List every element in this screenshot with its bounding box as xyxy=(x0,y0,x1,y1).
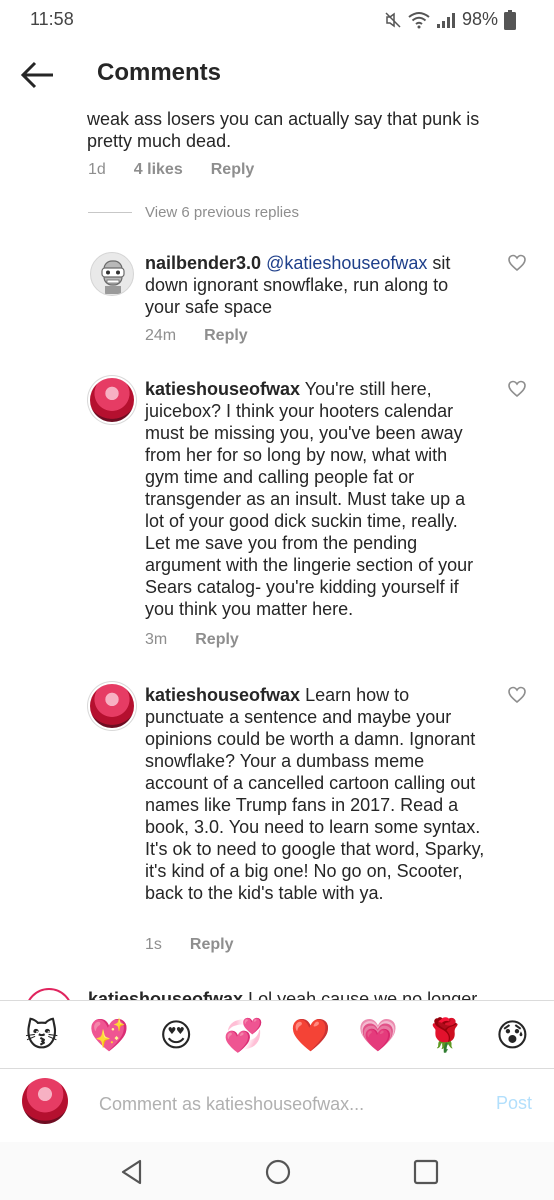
emoji-kissing-cat[interactable]: 😽 xyxy=(20,1013,64,1057)
comment-age: 1d xyxy=(88,161,106,178)
reply-meta: 3m Reply xyxy=(145,631,267,649)
view-previous-replies[interactable]: View 6 previous replies xyxy=(88,204,299,221)
username[interactable]: nailbender3.0 xyxy=(145,253,261,273)
page-title: Comments xyxy=(97,59,222,86)
comment-age: 1s xyxy=(145,936,162,953)
reply-button[interactable]: Reply xyxy=(190,936,234,954)
emoji-red-heart[interactable]: ❤️ xyxy=(289,1013,333,1057)
username[interactable]: katieshouseofwax xyxy=(145,685,300,705)
back-arrow-icon xyxy=(20,61,53,89)
reply-item: katieshouseofwax You're still here, juic… xyxy=(90,378,526,658)
parent-comment-text: weak ass losers you can actually say tha… xyxy=(87,109,480,151)
reply-body: Learn how to punctuate a sentence and ma… xyxy=(145,685,485,903)
reply-button[interactable]: Reply xyxy=(204,327,248,345)
username[interactable]: katieshouseofwax xyxy=(88,989,243,1000)
avatar[interactable] xyxy=(90,252,134,296)
reply-body: Lol yeah cause we no longer xyxy=(243,989,478,1000)
partial-comment: katieshouseofwax Lol yeah cause we no lo… xyxy=(25,988,545,1000)
status-time: 11:58 xyxy=(30,9,74,29)
divider-line xyxy=(88,212,132,213)
reply-text: nailbender3.0 @katieshouseofwax sit down… xyxy=(145,252,485,318)
post-button[interactable]: Post xyxy=(496,1093,532,1114)
robot-avatar-icon xyxy=(101,260,125,294)
emoji-revolving-hearts[interactable]: 💞 xyxy=(221,1013,265,1057)
back-nav-button[interactable] xyxy=(116,1156,148,1188)
comment-input[interactable] xyxy=(97,1089,471,1119)
emoji-anxious-face[interactable]: 😰 xyxy=(490,1013,534,1057)
avatar[interactable] xyxy=(90,684,134,728)
wifi-icon xyxy=(408,11,430,28)
triangle-back-icon xyxy=(121,1159,142,1185)
emoji-heart-eyes[interactable]: 😍 xyxy=(154,1013,198,1057)
reply-meta: 24m Reply xyxy=(145,327,276,345)
comment-age: 24m xyxy=(145,327,177,344)
square-recents-icon xyxy=(413,1159,439,1185)
reply-button[interactable]: Reply xyxy=(195,631,239,649)
reply-item: katieshouseofwax Learn how to punctuate … xyxy=(90,684,526,964)
avatar[interactable] xyxy=(25,988,73,1000)
like-heart-icon[interactable] xyxy=(508,254,526,272)
reply-button[interactable]: Reply xyxy=(211,161,255,179)
signal-icon xyxy=(436,12,455,28)
view-previous-label: View 6 previous replies xyxy=(145,204,299,221)
avatar xyxy=(22,1078,68,1124)
avatar[interactable] xyxy=(90,378,134,422)
status-bar: 11:58 98% xyxy=(0,0,554,40)
mention-link[interactable]: @katieshouseofwax xyxy=(266,253,427,273)
comments-feed[interactable]: weak ass losers you can actually say tha… xyxy=(0,100,554,1000)
back-button[interactable] xyxy=(20,60,56,90)
reply-body: You're still here, juicebox? I think you… xyxy=(145,379,474,619)
emoji-growing-heart[interactable]: 💗 xyxy=(356,1013,400,1057)
battery-icon xyxy=(504,9,516,30)
likes-count[interactable]: 4 likes xyxy=(134,161,183,179)
navigation-bar xyxy=(0,1142,554,1200)
emoji-rose[interactable]: 🌹 xyxy=(423,1013,467,1057)
circle-home-icon xyxy=(265,1159,291,1185)
username[interactable]: katieshouseofwax xyxy=(145,379,300,399)
reply-text: katieshouseofwax You're still here, juic… xyxy=(145,378,485,620)
recents-nav-button[interactable] xyxy=(410,1156,442,1188)
comment-input-bar: Post xyxy=(0,1068,554,1142)
reply-item: nailbender3.0 @katieshouseofwax sit down… xyxy=(90,252,526,352)
battery-percent: 98% xyxy=(461,9,498,29)
emoji-bar: 😽 💖 😍 💞 ❤️ 💗 🌹 😰 xyxy=(0,1000,554,1068)
reply-text: katieshouseofwax Lol yeah cause we no lo… xyxy=(88,989,477,1000)
like-heart-icon[interactable] xyxy=(508,686,526,704)
reply-text: katieshouseofwax Learn how to punctuate … xyxy=(145,684,485,904)
emoji-sparkling-heart[interactable]: 💖 xyxy=(87,1013,131,1057)
comment-age: 3m xyxy=(145,631,168,648)
reply-meta: 1s Reply xyxy=(145,936,261,954)
parent-comment-meta: 1d 4 likes Reply xyxy=(88,161,282,179)
home-nav-button[interactable] xyxy=(262,1156,294,1188)
like-heart-icon[interactable] xyxy=(508,380,526,398)
mute-icon xyxy=(385,11,401,28)
header: Comments xyxy=(0,50,554,100)
